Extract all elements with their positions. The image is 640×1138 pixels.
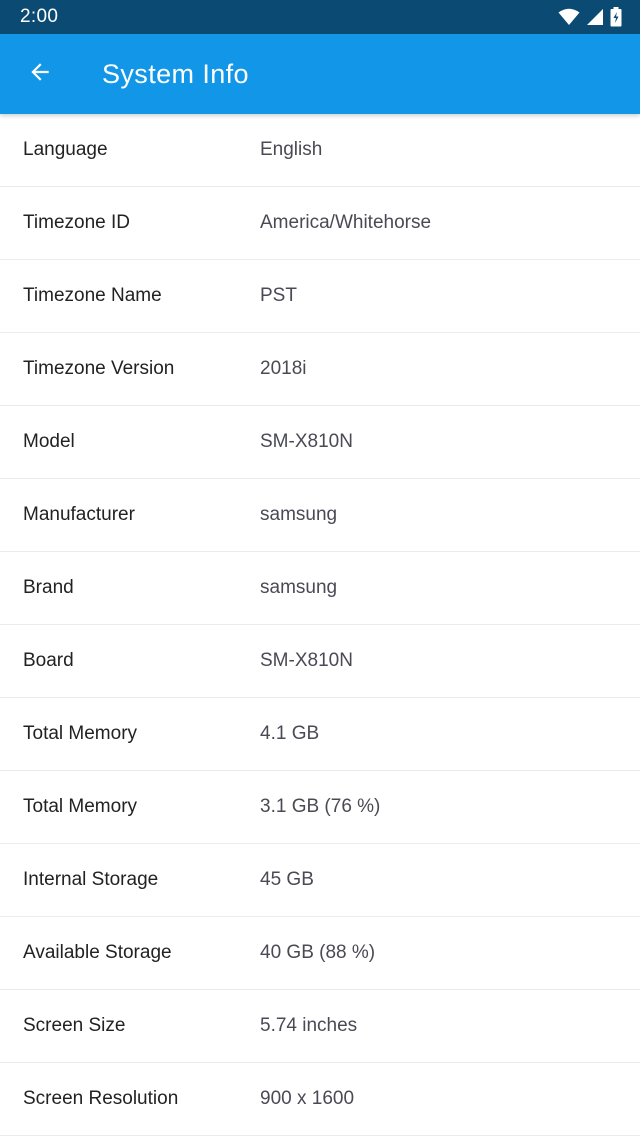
- info-value: English: [260, 139, 323, 160]
- status-time: 2:00: [20, 6, 59, 27]
- info-label: Internal Storage: [23, 869, 159, 890]
- info-value: SM-X810N: [260, 650, 353, 671]
- info-value: SM-X810N: [260, 431, 353, 452]
- list-item: Timezone Name PST: [0, 260, 640, 333]
- info-value: samsung: [260, 577, 338, 598]
- info-label: Available Storage: [23, 942, 172, 963]
- arrow-back-icon: [27, 59, 53, 90]
- battery-icon: [610, 7, 622, 27]
- signal-icon: [586, 8, 604, 26]
- list-item: Screen Resolution 900 x 1600: [0, 1063, 640, 1136]
- info-value: 40 GB (88 %): [260, 942, 376, 963]
- app-bar: System Info: [0, 34, 640, 114]
- info-label: Timezone Name: [23, 285, 162, 306]
- list-item: Language English: [0, 114, 640, 187]
- info-label: Board: [23, 650, 74, 671]
- info-label: Timezone Version: [23, 358, 175, 379]
- list-item: Available Storage 40 GB (88 %): [0, 917, 640, 990]
- list-item: Total Memory 3.1 GB (76 %): [0, 771, 640, 844]
- info-label: Screen Resolution: [23, 1088, 179, 1109]
- info-label: Total Memory: [23, 796, 138, 817]
- list-item: Screen Size 5.74 inches: [0, 990, 640, 1063]
- info-label: Screen Size: [23, 1015, 126, 1036]
- info-label: Total Memory: [23, 723, 138, 744]
- info-label: Brand: [23, 577, 74, 598]
- list-item: Model SM-X810N: [0, 406, 640, 479]
- info-value: America/Whitehorse: [260, 212, 432, 233]
- back-button[interactable]: [16, 50, 64, 98]
- list-item: Internal Storage 45 GB: [0, 844, 640, 917]
- page-title: System Info: [102, 58, 249, 89]
- info-value: 4.1 GB: [260, 723, 320, 744]
- info-label: Model: [23, 431, 75, 452]
- info-value: 2018i: [260, 358, 307, 379]
- info-label: Timezone ID: [23, 212, 130, 233]
- wifi-icon: [558, 8, 580, 26]
- list-item: Timezone ID America/Whitehorse: [0, 187, 640, 260]
- info-label: Manufacturer: [23, 504, 135, 525]
- list-item: Board SM-X810N: [0, 625, 640, 698]
- list-item: Total Memory 4.1 GB: [0, 698, 640, 771]
- info-list: Language English Timezone ID America/Whiteh…: [0, 114, 640, 1136]
- info-value: samsung: [260, 504, 338, 525]
- status-bar: 2:00: [0, 0, 640, 34]
- info-value: 3.1 GB (76 %): [260, 796, 381, 817]
- info-value: 5.74 inches: [260, 1015, 358, 1036]
- info-value: PST: [260, 285, 297, 306]
- info-label: Language: [23, 139, 108, 160]
- list-item: Manufacturer samsung: [0, 479, 640, 552]
- list-item: Brand samsung: [0, 552, 640, 625]
- list-item: Timezone Version 2018i: [0, 333, 640, 406]
- info-value: 900 x 1600: [260, 1088, 355, 1109]
- status-icons: [558, 7, 622, 27]
- info-value: 45 GB: [260, 869, 314, 890]
